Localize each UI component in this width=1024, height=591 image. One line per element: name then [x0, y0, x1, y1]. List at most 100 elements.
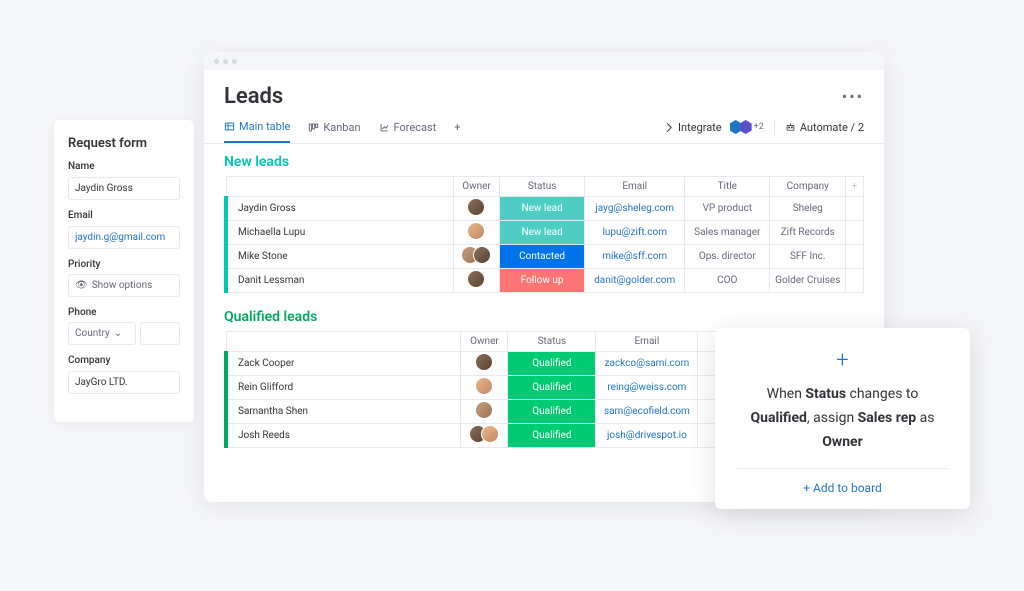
cell-status[interactable]: Qualified: [508, 424, 596, 448]
view-tab-main-table[interactable]: Main table: [224, 120, 290, 143]
board-title: Leads: [224, 84, 283, 109]
cell-company[interactable]: Sheleg: [770, 197, 846, 221]
integration-extra-count: +2: [754, 122, 764, 132]
column-header-email[interactable]: Email: [585, 177, 685, 197]
company-input[interactable]: [68, 371, 180, 394]
email-link: sam@ecofield.com: [604, 406, 690, 417]
view-tab-forecast[interactable]: Forecast: [379, 120, 437, 143]
avatar: [475, 401, 493, 419]
email-link: reing@weiss.com: [607, 382, 686, 393]
traffic-light-dot: [214, 59, 219, 64]
cell-name[interactable]: Rein Glifford: [226, 376, 461, 400]
priority-label: Priority: [68, 259, 180, 270]
priority-select[interactable]: 👁 Show options: [68, 274, 180, 297]
view-icon: [224, 121, 235, 132]
cell-title[interactable]: Sales manager: [685, 221, 770, 245]
cell-owner[interactable]: [454, 245, 500, 269]
integrate-icon: [663, 122, 674, 133]
cell-status[interactable]: Qualified: [508, 376, 596, 400]
cell-name[interactable]: Mike Stone: [226, 245, 454, 269]
avatar: [475, 353, 493, 371]
phone-country-select[interactable]: Country ⌄: [68, 322, 136, 345]
more-options-icon[interactable]: •••: [842, 87, 864, 106]
add-column-button[interactable]: +: [846, 177, 864, 197]
cell-email[interactable]: sam@ecofield.com: [596, 400, 698, 424]
column-header-owner[interactable]: Owner: [454, 177, 500, 197]
table-row[interactable]: Michaella Lupu New leadlupu@zift.comSales…: [226, 221, 864, 245]
cell-name[interactable]: Jaydin Gross: [226, 197, 454, 221]
column-header-title[interactable]: Title: [685, 177, 770, 197]
cell-owner[interactable]: [454, 197, 500, 221]
avatar: [481, 425, 499, 443]
view-tab-kanban[interactable]: Kanban: [308, 120, 360, 143]
phone-country-label: Country: [75, 328, 110, 339]
cell-name[interactable]: Josh Reeds: [226, 424, 461, 448]
column-header-name: [226, 332, 461, 352]
request-form-card: Request form Name Email Priority 👁 Show …: [54, 120, 194, 422]
table-row[interactable]: Danit Lessman Follow up danit@golder.com CO…: [226, 269, 864, 293]
cell-name[interactable]: Samantha Shen: [226, 400, 461, 424]
cell-owner[interactable]: [454, 221, 500, 245]
cell-email[interactable]: jayg@sheleg.com: [585, 197, 685, 221]
table-row[interactable]: Mike Stone Contactedmike@sff.comOps. dire…: [226, 245, 864, 269]
column-header-email[interactable]: Email: [596, 332, 698, 352]
column-header-status[interactable]: Status: [508, 332, 596, 352]
cell-owner[interactable]: [461, 376, 508, 400]
cell-title[interactable]: COO: [685, 269, 770, 293]
plus-icon: +: [737, 348, 948, 373]
avatar: [475, 377, 493, 395]
cell-name[interactable]: Michaella Lupu: [226, 221, 454, 245]
column-header-owner[interactable]: Owner: [461, 332, 508, 352]
name-input[interactable]: [68, 177, 180, 200]
cell-status[interactable]: New lead: [499, 221, 584, 245]
cell-title[interactable]: Ops. director: [685, 245, 770, 269]
cell-name[interactable]: Danit Lessman: [226, 269, 454, 293]
automate-button[interactable]: Automate / 2: [785, 121, 864, 134]
view-icon: [379, 122, 390, 133]
cell-email[interactable]: mike@sff.com: [585, 245, 685, 269]
cell-email[interactable]: reing@weiss.com: [596, 376, 698, 400]
phone-number-input[interactable]: [140, 322, 180, 345]
divider: [774, 119, 775, 135]
cell-owner[interactable]: [454, 269, 500, 293]
column-header-status[interactable]: Status: [499, 177, 584, 197]
status-badge: Qualified: [508, 376, 595, 399]
avatar: [467, 222, 485, 240]
email-input[interactable]: [68, 226, 180, 249]
integration-badges[interactable]: +2: [732, 120, 764, 134]
view-label: Main table: [239, 120, 290, 133]
traffic-light-dot: [232, 59, 237, 64]
request-form-title: Request form: [68, 136, 180, 151]
cell-owner[interactable]: [461, 400, 508, 424]
cell-owner[interactable]: [461, 424, 508, 448]
cell-company[interactable]: SFF Inc.: [770, 245, 846, 269]
email-link: danit@golder.com: [594, 275, 675, 286]
cell-email[interactable]: danit@golder.com: [585, 269, 685, 293]
company-label: Company: [68, 355, 180, 366]
add-view-button[interactable]: +: [454, 120, 460, 143]
cell-owner[interactable]: [461, 352, 508, 376]
cell-email[interactable]: lupu@zift.com: [585, 221, 685, 245]
add-to-board-button[interactable]: + Add to board: [737, 468, 948, 495]
cell-email[interactable]: josh@drivespot.io: [596, 424, 698, 448]
cell-company[interactable]: Golder Cruises: [770, 269, 846, 293]
status-badge: New lead: [500, 197, 584, 220]
status-badge: Qualified: [508, 352, 595, 375]
cell-status[interactable]: Follow up: [499, 269, 584, 293]
group-title[interactable]: Qualified leads: [224, 309, 864, 325]
integrate-button[interactable]: Integrate: [663, 121, 722, 134]
status-badge: Contacted: [500, 245, 584, 268]
cell-name[interactable]: Zack Cooper: [226, 352, 461, 376]
cell-status[interactable]: Qualified: [508, 400, 596, 424]
group-title[interactable]: New leads: [224, 154, 864, 170]
column-header-company[interactable]: Company: [770, 177, 846, 197]
cell-title[interactable]: VP product: [685, 197, 770, 221]
cell-status[interactable]: New lead: [499, 197, 584, 221]
cell-status[interactable]: Qualified: [508, 352, 596, 376]
cell-company[interactable]: Zift Records: [770, 221, 846, 245]
cell-empty: [846, 269, 864, 293]
table-row[interactable]: Jaydin Gross New leadjayg@sheleg.comVP pr…: [226, 197, 864, 221]
cell-status[interactable]: Contacted: [499, 245, 584, 269]
cell-email[interactable]: zackco@sami.com: [596, 352, 698, 376]
avatar: [467, 198, 485, 216]
